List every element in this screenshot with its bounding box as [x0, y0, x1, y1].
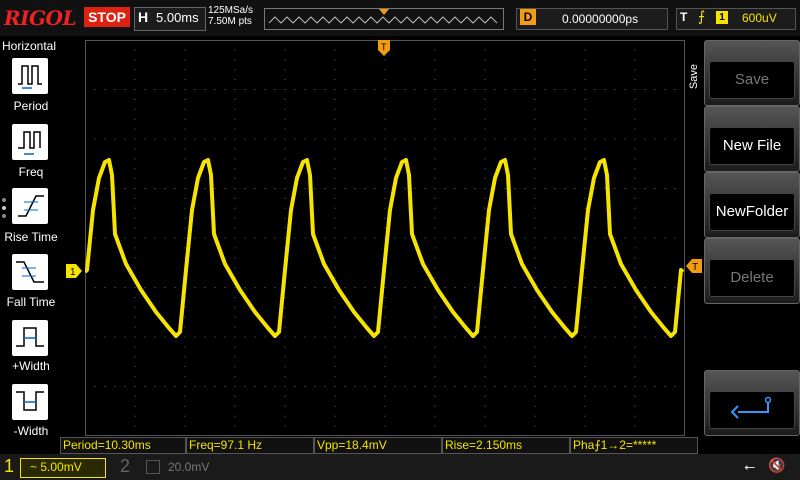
delete-label: Delete: [709, 259, 795, 297]
fall-time-label: Fall Time: [6, 295, 56, 309]
menu-page-dot: [2, 206, 6, 210]
trigger-level-marker[interactable]: T: [686, 259, 702, 273]
speaker-muted-icon: 🔇: [768, 457, 786, 473]
sample-rate: 125MSa/s: [208, 5, 254, 16]
new-file-button[interactable]: New File: [704, 106, 800, 172]
fall-time-icon: [16, 261, 44, 283]
channel-2-scale: 20.0mV: [168, 460, 210, 474]
memory-depth: 7.50M pts: [208, 16, 252, 27]
save-button-label: Save: [709, 61, 795, 99]
positive-width-icon: [16, 327, 44, 347]
channel-1-marker-label: 1: [70, 267, 76, 278]
return-button[interactable]: [704, 370, 800, 436]
save-menu-title: Save: [688, 64, 700, 90]
rise-result: Rise=2.150ms: [442, 437, 570, 454]
trigger-level: 600uV: [742, 11, 777, 25]
sample-rate-info: 125MSa/s 7.50M pts: [208, 5, 253, 27]
new-folder-button[interactable]: NewFolder: [704, 172, 800, 238]
position-bar-waveform-icon: [268, 9, 498, 24]
channel-1-offset-marker[interactable]: 1: [66, 264, 82, 278]
delete-button[interactable]: Delete: [704, 238, 800, 304]
positive-width-label: +Width: [12, 359, 50, 373]
return-arrow-icon: [730, 396, 772, 419]
freq-result: Freq=97.1 Hz: [186, 437, 314, 454]
rise-time-label: Rise Time: [4, 230, 58, 244]
rising-edge-icon: ⨍: [698, 8, 706, 24]
fall-time-measure-button[interactable]: [12, 254, 48, 290]
delay-label: D: [520, 9, 536, 25]
new-file-label: New File: [709, 127, 795, 165]
period-label: Period: [13, 99, 49, 113]
rise-time-icon: [18, 195, 44, 217]
positive-width-measure-button[interactable]: [12, 320, 48, 356]
menu-page-dot: [2, 214, 6, 218]
trigger-source: 1: [716, 11, 728, 24]
graticule: [85, 40, 685, 436]
channel-2-number[interactable]: 2: [120, 456, 130, 477]
phase-result: Pha⨍1→2=*****: [570, 437, 698, 454]
trigger-label: T: [680, 10, 688, 24]
save-button[interactable]: Save: [704, 40, 800, 106]
menu-page-dot: [2, 198, 6, 202]
period-icon: [18, 65, 42, 89]
period-measure-button[interactable]: [12, 58, 48, 94]
return-button-inner: [709, 391, 795, 429]
freq-label: Freq: [18, 165, 44, 179]
vpp-result: Vpp=18.4mV: [314, 437, 442, 454]
trigger-box[interactable]: [676, 8, 796, 30]
channel-1-number: 1: [4, 456, 15, 476]
horizontal-label: H: [138, 9, 149, 25]
trigger-right-marker-label: T: [692, 262, 698, 273]
freq-measure-button[interactable]: [12, 124, 48, 160]
channel-2-coupling-icon: [146, 460, 160, 474]
negative-width-icon: [16, 391, 44, 411]
negative-width-measure-button[interactable]: [12, 384, 48, 420]
rise-time-measure-button[interactable]: [12, 188, 48, 224]
channel-1-trace: [85, 158, 685, 338]
negative-width-label: -Width: [13, 424, 49, 438]
period-result: Period=10.30ms: [60, 437, 186, 454]
channel-1-scale: ~ 5.00mV: [30, 460, 82, 474]
run-stop-indicator[interactable]: STOP: [84, 7, 130, 27]
trigger-position-marker[interactable]: T: [378, 40, 390, 56]
timebase-value: 5.00ms: [156, 10, 199, 25]
frequency-icon: [18, 131, 41, 155]
waveform-display[interactable]: [85, 40, 685, 436]
measure-menu-title: Horizontal: [2, 39, 57, 53]
new-folder-label: NewFolder: [709, 193, 795, 231]
waveform-position-bar[interactable]: [264, 8, 504, 30]
delay-value: 0.00000000ps: [562, 12, 639, 26]
trigger-top-marker-label: T: [381, 42, 387, 52]
usb-icon: ⭠: [744, 458, 756, 474]
brand-logo: RIGOL: [4, 6, 77, 30]
